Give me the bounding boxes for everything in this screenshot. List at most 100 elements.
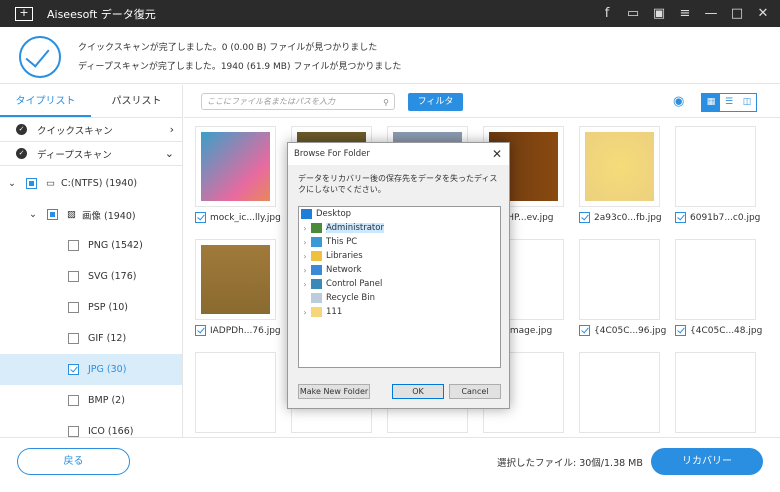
tab-type-list[interactable]: タイプリスト — [0, 85, 91, 117]
chevron-right-icon[interactable]: › — [299, 238, 311, 247]
close-icon[interactable]: ✕ — [756, 6, 770, 21]
type-row-6[interactable]: ICO (166) — [0, 416, 182, 437]
folder-item-5[interactable]: › Control Panel — [299, 277, 500, 291]
make-new-folder-button[interactable]: Make New Folder — [298, 384, 370, 399]
folder-tree[interactable]: Desktop › Administrator › This PC › Libraries ›… — [298, 206, 501, 368]
type-row-3[interactable]: GIF (12) — [0, 323, 182, 354]
menu-icon[interactable]: ≡ — [678, 6, 692, 21]
scan-summary: クイックスキャンが完了しました。0 (0.00 B) ファイルが見つかりました … — [0, 27, 780, 84]
folder-item-0[interactable]: Desktop — [299, 207, 500, 221]
type-row-4[interactable]: JPG (30) — [0, 354, 182, 385]
dialog-message: データをリカバリー後の保存先をデータを失ったディスクにしないでください。 — [298, 174, 498, 194]
thumbnail-image — [201, 358, 270, 427]
chevron-right-icon[interactable]: › — [299, 224, 311, 233]
chevron-right-icon[interactable]: › — [299, 252, 311, 261]
browse-folder-dialog: Browse For Folder ✕ データをリカバリー後の保存先をデータを失っ… — [287, 142, 510, 409]
ok-button[interactable]: OK — [392, 384, 444, 399]
file-checkbox[interactable] — [579, 212, 590, 223]
recover-button[interactable]: リカバリー — [651, 448, 763, 475]
folder-label: Control Panel — [326, 279, 383, 289]
deep-scan-row[interactable]: ✓ ディープスキャン ⌄ — [0, 142, 182, 166]
chevron-right-icon[interactable]: › — [299, 266, 311, 275]
file-item-label[interactable]: {4C05C...96.jpg — [579, 325, 666, 336]
maximize-icon[interactable]: □ — [730, 6, 744, 21]
file-thumbnail[interactable] — [195, 126, 276, 207]
file-checkbox[interactable] — [579, 325, 590, 336]
file-thumbnail[interactable] — [579, 239, 660, 320]
file-checkbox[interactable] — [675, 325, 686, 336]
deep-scan-result: ディープスキャンが完了しました。1940 (61.9 MB) ファイルが見つかり… — [78, 62, 402, 72]
file-thumbnail[interactable] — [195, 239, 276, 320]
folder-item-4[interactable]: › Network — [299, 263, 500, 277]
type-checkbox[interactable] — [68, 271, 79, 282]
file-item-label[interactable]: {4C05C...48.jpg — [675, 325, 762, 336]
detail-view-icon[interactable]: ◫ — [738, 94, 756, 111]
type-row-5[interactable]: BMP (2) — [0, 385, 182, 416]
folder-item-2[interactable]: › This PC — [299, 235, 500, 249]
chevron-down-icon[interactable]: ⌄ — [29, 209, 47, 220]
type-row-2[interactable]: PSP (10) — [0, 292, 182, 323]
file-checkbox[interactable] — [195, 212, 206, 223]
type-row-0[interactable]: PNG (1542) — [0, 230, 182, 261]
quick-scan-label: クイックスキャン — [37, 125, 113, 137]
file-checkbox[interactable] — [195, 325, 206, 336]
type-checkbox[interactable] — [68, 395, 79, 406]
folder-item-1[interactable]: › Administrator — [299, 221, 500, 235]
drive-icon: ▭ — [46, 178, 55, 189]
title-bar: + Aiseesoft データ復元 f ▭ ▣ ≡ — □ ✕ — [0, 0, 780, 27]
folder-item-6[interactable]: Recycle Bin — [299, 291, 500, 305]
chevron-right-icon[interactable]: › — [299, 308, 311, 317]
type-label: ICO (166) — [88, 426, 134, 437]
list-view-icon[interactable]: ☰ — [720, 94, 738, 111]
file-item-label[interactable]: 2a93c0...fb.jpg — [579, 212, 662, 223]
type-checkbox[interactable] — [68, 426, 79, 437]
search-icon[interactable]: ⚲ — [383, 95, 389, 110]
app-logo-icon: + — [15, 6, 33, 21]
folder-label: Network — [326, 265, 362, 275]
search-input[interactable]: ここにファイル名またはパスを入力 ⚲ — [201, 93, 395, 110]
preview-eye-icon[interactable]: ◉ — [673, 94, 684, 109]
type-checkbox[interactable] — [68, 240, 79, 251]
chevron-down-icon[interactable]: ⌄ — [8, 178, 26, 189]
dialog-title: Browse For Folder — [294, 149, 370, 159]
folder-icon — [311, 293, 322, 303]
image-group-row[interactable]: ⌄ ▨ 画像 (1940) — [0, 199, 182, 230]
toolbar: ここにファイル名またはパスを入力 ⚲ フィルタ ◉ ▦ ☰ ◫ — [184, 85, 780, 118]
chevron-right-icon[interactable]: › — [299, 280, 311, 289]
minimize-icon[interactable]: — — [704, 6, 718, 21]
tab-path-list[interactable]: パスリスト — [91, 85, 182, 117]
image-group-checkbox[interactable] — [47, 209, 58, 220]
file-thumbnail[interactable] — [675, 239, 756, 320]
type-checkbox[interactable] — [68, 364, 79, 375]
thumbnail-image — [585, 132, 654, 201]
image-group-label: 画像 (1940) — [81, 210, 136, 222]
type-checkbox[interactable] — [68, 302, 79, 313]
grid-view-icon[interactable]: ▦ — [702, 94, 720, 111]
file-thumbnail[interactable] — [195, 352, 276, 433]
file-thumbnail[interactable] — [675, 352, 756, 433]
quick-scan-row[interactable]: ✓ クイックスキャン › — [0, 118, 182, 142]
drive-checkbox[interactable] — [26, 178, 37, 189]
chevron-down-icon: ⌄ — [164, 147, 174, 160]
file-item-label[interactable]: IADPDh...76.jpg — [195, 325, 281, 336]
back-button[interactable]: 戻る — [17, 448, 130, 475]
file-thumbnail[interactable] — [579, 352, 660, 433]
folder-label: Administrator — [326, 223, 384, 233]
file-item-label[interactable]: mock_ic...lly.jpg — [195, 212, 281, 223]
folder-item-7[interactable]: › 111 — [299, 305, 500, 319]
file-name: 6091b7...c0.jpg — [690, 212, 761, 223]
file-item-label[interactable]: 6091b7...c0.jpg — [675, 212, 760, 223]
file-thumbnail[interactable] — [579, 126, 660, 207]
save-icon[interactable]: ▣ — [652, 6, 666, 21]
filter-button[interactable]: フィルタ — [408, 93, 463, 111]
facebook-icon[interactable]: f — [600, 6, 614, 21]
cancel-button[interactable]: Cancel — [449, 384, 501, 399]
folder-item-3[interactable]: › Libraries — [299, 249, 500, 263]
file-checkbox[interactable] — [675, 212, 686, 223]
file-thumbnail[interactable] — [675, 126, 756, 207]
type-row-1[interactable]: SVG (176) — [0, 261, 182, 292]
type-checkbox[interactable] — [68, 333, 79, 344]
close-icon[interactable]: ✕ — [492, 143, 502, 165]
feedback-icon[interactable]: ▭ — [626, 6, 640, 21]
drive-row[interactable]: ⌄ ▭ C:(NTFS) (1940) — [0, 168, 182, 199]
